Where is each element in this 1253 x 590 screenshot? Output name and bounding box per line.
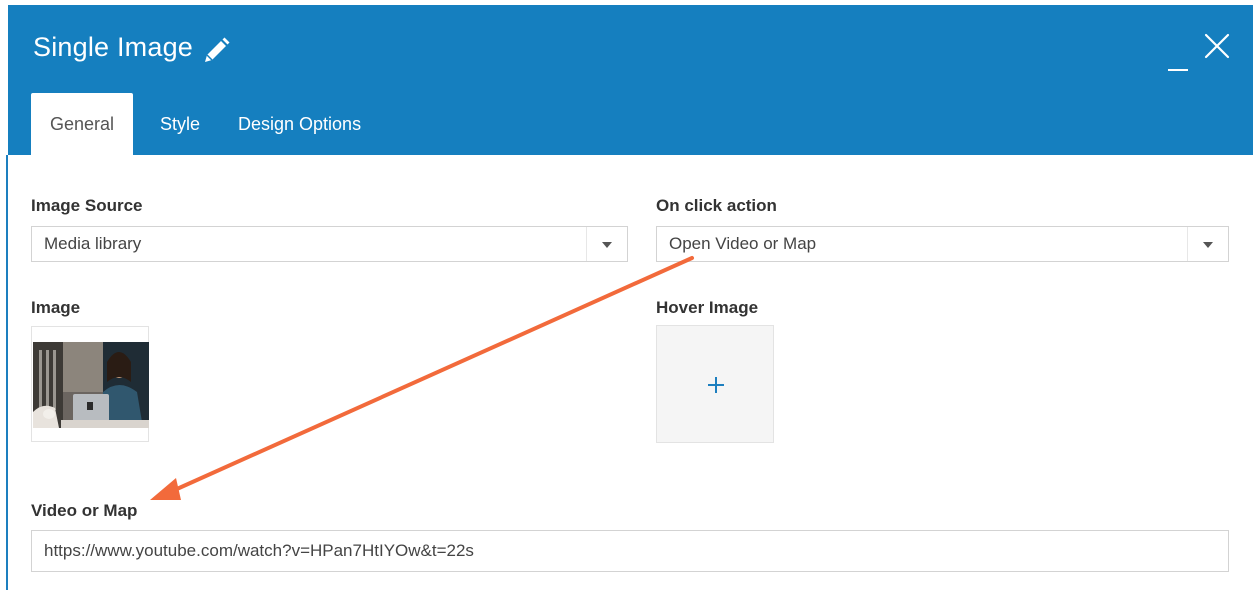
on-click-action-value: Open Video or Map [669, 234, 817, 253]
image-source-value: Media library [44, 234, 142, 253]
close-icon[interactable] [1201, 30, 1233, 62]
video-or-map-label: Video or Map [31, 501, 138, 520]
tab-general[interactable]: General [31, 93, 133, 155]
tab-design-options[interactable]: Design Options [238, 93, 361, 155]
dialog-header: Single Image General Style Design Option… [8, 5, 1253, 155]
add-hover-image-button[interactable] [656, 325, 774, 443]
photo-image [33, 342, 149, 428]
minimize-icon[interactable] [1168, 45, 1190, 71]
image-label: Image [31, 298, 81, 317]
chevron-down-icon [1187, 227, 1228, 261]
image-source-label: Image Source [31, 196, 143, 215]
on-click-action-select[interactable]: Open Video or Map [656, 226, 1229, 262]
tab-style[interactable]: Style [160, 93, 200, 155]
dialog-title: Single Image [33, 32, 193, 62]
plus-icon [708, 377, 724, 393]
chevron-down-icon [586, 227, 627, 261]
image-source-select[interactable]: Media library [31, 226, 628, 262]
image-thumbnail[interactable] [31, 326, 149, 442]
dialog-border [6, 155, 8, 590]
pencil-icon[interactable] [201, 36, 231, 66]
hover-image-label: Hover Image [656, 298, 759, 317]
on-click-action-label: On click action [656, 196, 777, 215]
video-or-map-input[interactable] [31, 530, 1229, 572]
